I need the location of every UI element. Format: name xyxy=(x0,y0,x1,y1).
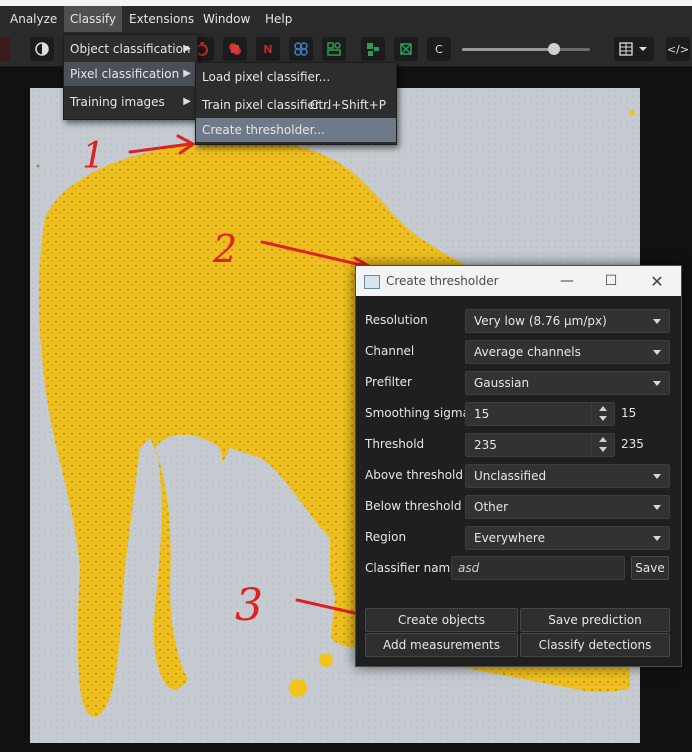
pixel-classification-submenu: Load pixel classifier... Train pixel cla… xyxy=(195,62,397,145)
resolution-value: Very low (8.76 µm/px) xyxy=(474,314,607,328)
below-threshold-select[interactable]: Other xyxy=(465,495,670,519)
chevron-down-icon xyxy=(653,536,661,541)
spin-up-icon[interactable] xyxy=(599,406,607,411)
annotation-number-2: 2 xyxy=(212,227,237,271)
channel-select[interactable]: Average channels xyxy=(465,340,670,364)
channel-value: Average channels xyxy=(474,345,581,359)
annotation-number-3: 3 xyxy=(235,580,263,631)
spin-down-icon[interactable] xyxy=(599,416,607,421)
classifier-name-input[interactable]: asd xyxy=(451,556,625,580)
smoothing-sigma-label: Smoothing sigma xyxy=(365,406,470,420)
smoothing-sigma-display: 15 xyxy=(621,406,637,420)
threshold-input[interactable]: 235 xyxy=(474,434,497,456)
threshold-label: Threshold xyxy=(365,437,425,451)
create-thresholder-dialog: Create thresholder — ☐ ✕ Resolution Very… xyxy=(355,265,682,667)
above-threshold-select[interactable]: Unclassified xyxy=(465,464,670,488)
menu-create-thresholder-label: Create thresholder... xyxy=(202,123,325,137)
chevron-down-icon xyxy=(653,350,661,355)
threshold-spinner[interactable]: 235 xyxy=(465,433,615,457)
prefilter-value: Gaussian xyxy=(474,376,530,390)
menu-pixel-classification[interactable]: Pixel classification ▶ xyxy=(64,62,197,86)
menu-load-pixel-classifier-label: Load pixel classifier... xyxy=(202,70,331,84)
chevron-down-icon xyxy=(653,474,661,479)
menu-train-pixel-classifier[interactable]: Train pixel classifier... Ctrl+Shift+P xyxy=(196,93,396,117)
classify-detections-button[interactable]: Classify detections xyxy=(520,633,670,657)
submenu-arrow-icon: ▶ xyxy=(183,68,191,79)
menu-create-thresholder[interactable]: Create thresholder... xyxy=(196,118,396,142)
prefilter-select[interactable]: Gaussian xyxy=(465,371,670,395)
smoothing-sigma-input[interactable]: 15 xyxy=(474,403,489,425)
resolution-select[interactable]: Very low (8.76 µm/px) xyxy=(465,309,670,333)
add-measurements-button[interactable]: Add measurements xyxy=(365,633,518,657)
below-threshold-label: Below threshold xyxy=(365,499,462,513)
submenu-arrow-icon: ▶ xyxy=(183,96,191,107)
chevron-down-icon xyxy=(653,319,661,324)
spinner-buttons[interactable] xyxy=(591,403,614,425)
save-button[interactable]: Save xyxy=(631,556,669,580)
spin-down-icon[interactable] xyxy=(599,447,607,452)
above-threshold-label: Above threshold xyxy=(365,468,463,482)
menu-object-classification[interactable]: Object classification ▶ xyxy=(64,37,197,61)
region-label: Region xyxy=(365,530,407,544)
classifier-name-label: Classifier name xyxy=(365,561,458,575)
dialog-title: Create thresholder xyxy=(386,274,499,288)
below-threshold-value: Other xyxy=(474,500,509,514)
shortcut-label: Ctrl+Shift+P xyxy=(310,98,386,112)
resolution-label: Resolution xyxy=(365,313,428,327)
menu-pixel-classification-label: Pixel classification xyxy=(70,67,180,81)
spinner-buttons[interactable] xyxy=(591,434,614,456)
threshold-display: 235 xyxy=(621,437,644,451)
annotation-number-1: 1 xyxy=(82,136,105,177)
classify-menu: Object classification ▶ Pixel classificat… xyxy=(63,34,198,120)
close-icon[interactable]: ✕ xyxy=(635,266,679,296)
arrow-2 xyxy=(260,240,372,269)
minimize-icon[interactable]: — xyxy=(545,266,589,296)
submenu-arrow-icon: ▶ xyxy=(183,43,191,54)
create-objects-button[interactable]: Create objects xyxy=(365,608,518,632)
chevron-down-icon xyxy=(653,505,661,510)
above-threshold-value: Unclassified xyxy=(474,469,547,483)
channel-label: Channel xyxy=(365,344,415,358)
prefilter-label: Prefilter xyxy=(365,375,412,389)
save-prediction-button[interactable]: Save prediction xyxy=(520,608,670,632)
classifier-name-value: asd xyxy=(458,561,480,575)
chevron-down-icon xyxy=(653,381,661,386)
dialog-titlebar[interactable]: Create thresholder — ☐ ✕ xyxy=(356,266,681,296)
region-value: Everywhere xyxy=(474,531,545,545)
menu-training-images-label: Training images xyxy=(70,95,165,109)
menu-object-classification-label: Object classification xyxy=(70,42,191,56)
menu-load-pixel-classifier[interactable]: Load pixel classifier... xyxy=(196,65,396,89)
smoothing-sigma-spinner[interactable]: 15 xyxy=(465,402,615,426)
region-select[interactable]: Everywhere xyxy=(465,526,670,550)
spin-up-icon[interactable] xyxy=(599,437,607,442)
app-icon xyxy=(364,275,380,289)
menu-training-images[interactable]: Training images ▶ xyxy=(64,90,197,114)
maximize-icon[interactable]: ☐ xyxy=(589,266,633,296)
